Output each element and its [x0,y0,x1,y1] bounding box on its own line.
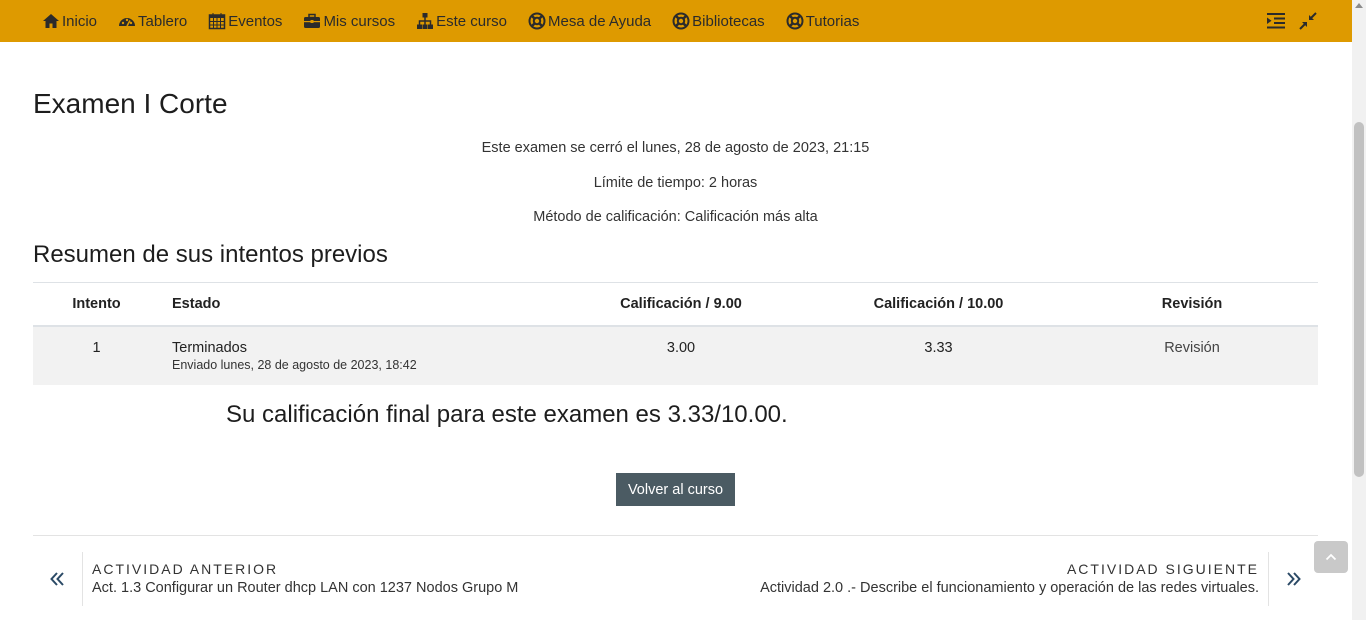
column-header: Calificación / 10.00 [811,282,1066,327]
calendar-icon [208,13,226,30]
double-chevron-right-icon[interactable] [1286,570,1302,588]
top-navbar: Inicio Tablero Eventos Mis cursos Este c… [0,0,1352,42]
attempt-state: Terminados [172,340,247,356]
nav-item-inicio[interactable]: Inicio [42,12,97,30]
sitemap-icon [417,13,434,29]
nav-item-mesa-de-ayuda[interactable]: Mesa de Ayuda [528,12,651,30]
compress-icon[interactable] [1298,11,1318,31]
review-link[interactable]: Revisión [1066,327,1318,356]
next-activity-name: Actividad 2.0 .- Describe el funcionamie… [760,580,1259,596]
nav-item-label: Mesa de Ayuda [548,12,652,30]
nav-item-label: Eventos [228,12,283,30]
table-row: 1 Terminados Enviado lunes, 28 de agosto… [33,326,1318,385]
final-grade-text: Su calificación final para este examen e… [226,401,788,428]
divider [1268,552,1269,606]
lifebuoy-icon [528,12,546,30]
quiz-closed-info: Este examen se cerró el lunes, 28 de ago… [481,140,870,156]
nav-menu: Inicio Tablero Eventos Mis cursos Este c… [42,12,880,30]
quiz-grading-method: Método de calificación: Calificación más… [533,209,818,225]
grade-out-of-10: 3.33 [924,340,953,356]
home-icon [43,14,59,28]
grade-out-of-9: 3.00 [666,340,696,356]
column-header: Revisión [1066,282,1318,327]
nav-item-bibliotecas[interactable]: Bibliotecas [672,12,765,30]
next-activity-kicker: ACTIVIDAD SIGUIENTE [1066,561,1259,577]
previous-activity-link[interactable]: ACTIVIDAD ANTERIOR Act. 1.3 Configurar u… [92,561,518,596]
nav-tools [1254,11,1318,31]
table-header-row: Intento Estado Calificación / 9.00 Calif… [33,282,1318,327]
scroll-thumb[interactable] [1354,122,1364,477]
briefcase-icon [304,13,321,28]
chevron-up-icon [1325,553,1337,561]
double-chevron-left-icon[interactable] [49,570,65,588]
summary-heading: Resumen de sus intentos previos [33,241,388,268]
quiz-time-limit: Límite de tiempo: 2 horas [593,175,758,191]
state-cell: Terminados Enviado lunes, 28 de agosto d… [160,326,551,385]
back-to-course-button[interactable]: Volver al curso [616,473,735,506]
nav-item-eventos[interactable]: Eventos [208,12,282,30]
column-header: Estado [160,282,551,327]
attempt-number: 1 [92,340,101,356]
toggle-drawer-icon[interactable] [1266,11,1286,31]
lifebuoy-icon [786,12,804,30]
nav-item-label: Este curso [436,12,507,30]
nav-item-label: Mis cursos [323,12,396,30]
nav-item-mis-cursos[interactable]: Mis cursos [303,12,395,30]
back-to-top-button[interactable] [1314,541,1348,573]
grade10-cell: 3.33 [811,326,1066,385]
previous-activity-kicker: ACTIVIDAD ANTERIOR [92,561,279,577]
dashboard-icon [119,18,136,27]
nav-item-tablero[interactable]: Tablero [118,12,187,30]
nav-item-tutorias[interactable]: Tutorias [786,12,860,30]
attempt-submitted-date: Enviado lunes, 28 de agosto de 2023, 18:… [172,358,417,372]
nav-item-label: Inicio [62,12,98,30]
page-title: Examen I Corte [33,88,228,119]
column-header: Calificación / 9.00 [551,282,811,327]
attempts-table: Intento Estado Calificación / 9.00 Calif… [33,282,1318,385]
nav-item-label: Tablero [138,12,188,30]
divider [33,535,1318,536]
lifebuoy-icon [672,12,690,30]
review-cell: Revisión [1066,326,1318,385]
nav-item-label: Bibliotecas [692,12,765,30]
scroll-up-icon[interactable] [1355,3,1363,8]
column-header: Intento [33,282,160,327]
grade9-cell: 3.00 [551,326,811,385]
nav-item-label: Tutorias [805,12,860,30]
nav-item-este-curso[interactable]: Este curso [416,12,507,30]
divider [82,552,83,606]
attempt-cell: 1 [33,326,160,385]
next-activity-link[interactable]: ACTIVIDAD SIGUIENTE Actividad 2.0 .- Des… [760,561,1259,596]
page-scrollbar[interactable] [1352,0,1366,620]
previous-activity-name: Act. 1.3 Configurar un Router dhcp LAN c… [92,580,519,596]
